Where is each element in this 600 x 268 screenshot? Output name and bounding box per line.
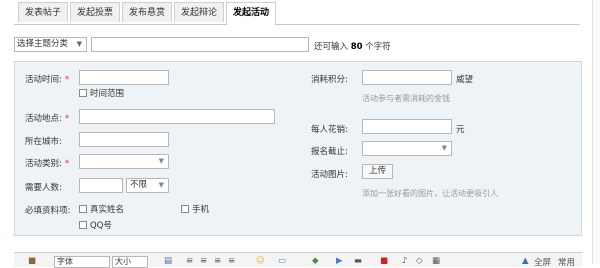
chevron-down-icon: ▼ xyxy=(158,181,164,189)
tab-start-debate[interactable]: 发起辩论 xyxy=(174,2,224,22)
people-limit-value: 不限 xyxy=(130,180,148,190)
cost-hint: 活动参与者需消耗的金钱 xyxy=(362,94,450,103)
table-icon[interactable]: ▦ xyxy=(432,256,440,266)
deadline-select[interactable]: ▼ xyxy=(362,141,452,156)
fee-unit: 元 xyxy=(456,125,465,135)
fee-input[interactable] xyxy=(362,119,452,134)
image-label: 活动图片: xyxy=(311,170,348,180)
title-char-hint: 还可输入 80 个字符 xyxy=(314,40,391,52)
align-center-icon[interactable]: ≡ xyxy=(200,256,207,266)
time-range-label: 时间范围 xyxy=(90,89,125,99)
real-name-checkbox[interactable] xyxy=(79,205,87,213)
justify-icon[interactable]: ≡ xyxy=(228,256,235,266)
tab-start-activity[interactable]: 发起活动 xyxy=(226,2,276,25)
people-count-input[interactable] xyxy=(79,178,123,193)
activity-time-input[interactable] xyxy=(79,70,169,85)
time-label: 活动时间: * xyxy=(25,75,70,85)
title-input[interactable] xyxy=(91,37,309,52)
align-right-icon[interactable]: ≡ xyxy=(214,256,221,266)
image-hint: 添加一张好看的图片，让活动更吸引人 xyxy=(362,189,498,198)
cost-unit: 威望 xyxy=(456,75,474,85)
cost-label: 消耗积分: xyxy=(311,75,348,85)
fee-label: 每人花销: xyxy=(311,125,348,135)
activity-form-panel: 活动时间: * 时间范围 活动地点: * 所在城市: 活动类别: * ▼ 需要人数: … xyxy=(14,61,582,236)
link-icon[interactable]: ◆ xyxy=(312,256,319,266)
phone-label: 手机 xyxy=(192,205,210,215)
page-scrollbar[interactable] xyxy=(592,0,600,264)
font-size-select[interactable]: 大小 xyxy=(112,256,148,268)
post-type-tabs: 发表帖子 发起投票 发布悬赏 发起辩论 发起活动 xyxy=(14,0,580,25)
required-info-label: 必填资料项: xyxy=(25,206,71,216)
people-label: 需要人数: xyxy=(25,183,62,193)
chevron-up-icon[interactable]: ▲ xyxy=(522,256,529,266)
activity-place-input[interactable] xyxy=(79,109,275,124)
fullscreen-label[interactable]: 全屏 xyxy=(534,256,551,268)
code-icon[interactable]: ◇ xyxy=(416,256,423,266)
activity-type-select[interactable]: ▼ xyxy=(79,154,169,169)
chevron-down-icon: ▼ xyxy=(76,40,82,48)
tab-post-thread[interactable]: 发表帖子 xyxy=(18,2,68,22)
editor-toolbar: ■ 字体 大小 ▤ ≡ ≡ ≡ ≡ ☺ ▭ ◆ ▶ ▬ ■ ♪ ◇ ▦ ▲ 全屏… xyxy=(14,252,582,268)
phone-checkbox[interactable] xyxy=(181,205,189,213)
type-label: 活动类别: * xyxy=(25,159,70,169)
cost-input[interactable] xyxy=(362,70,452,85)
audio-icon[interactable]: ♪ xyxy=(402,256,407,266)
align-left-icon[interactable]: ≡ xyxy=(186,256,193,266)
image-icon[interactable]: ▭ xyxy=(278,256,286,266)
qq-label: QQ号 xyxy=(90,221,112,231)
real-name-label: 真实姓名 xyxy=(90,205,125,215)
briefcase-icon[interactable]: ■ xyxy=(28,256,36,266)
people-limit-select[interactable]: 不限 ▼ xyxy=(126,178,169,193)
font-family-select[interactable]: 字体 xyxy=(54,256,110,268)
category-select[interactable]: 选择主题分类 ▼ xyxy=(14,37,87,52)
chevron-down-icon: ▼ xyxy=(441,144,447,152)
smiley-icon[interactable]: ☺ xyxy=(256,256,265,266)
category-select-label: 选择主题分类 xyxy=(17,39,69,49)
hint-prefix: 还可输入 xyxy=(314,42,349,52)
required-mark: * xyxy=(64,114,70,124)
required-mark: * xyxy=(64,159,70,169)
upload-button[interactable]: 上传 xyxy=(362,164,394,179)
qq-checkbox[interactable] xyxy=(79,221,87,229)
required-mark: * xyxy=(64,75,70,85)
hint-count: 80 xyxy=(350,42,363,52)
video-icon[interactable]: ■ xyxy=(380,256,388,266)
deadline-label: 报名截止: xyxy=(311,147,348,157)
flash-icon[interactable]: ▶ xyxy=(336,256,343,266)
hint-suffix: 个字符 xyxy=(365,42,391,52)
common-label[interactable]: 常用 xyxy=(558,256,575,268)
city-label: 所在城市: xyxy=(25,137,62,147)
city-input[interactable] xyxy=(79,132,169,147)
time-range-checkbox[interactable] xyxy=(79,89,87,97)
chevron-down-icon: ▼ xyxy=(158,157,164,165)
tab-post-reward[interactable]: 发布悬赏 xyxy=(122,2,172,22)
place-label: 活动地点: * xyxy=(25,114,70,124)
tab-start-poll[interactable]: 发起投票 xyxy=(70,2,120,22)
film-icon[interactable]: ▬ xyxy=(354,256,362,266)
bold-icon[interactable]: ▤ xyxy=(164,256,172,266)
